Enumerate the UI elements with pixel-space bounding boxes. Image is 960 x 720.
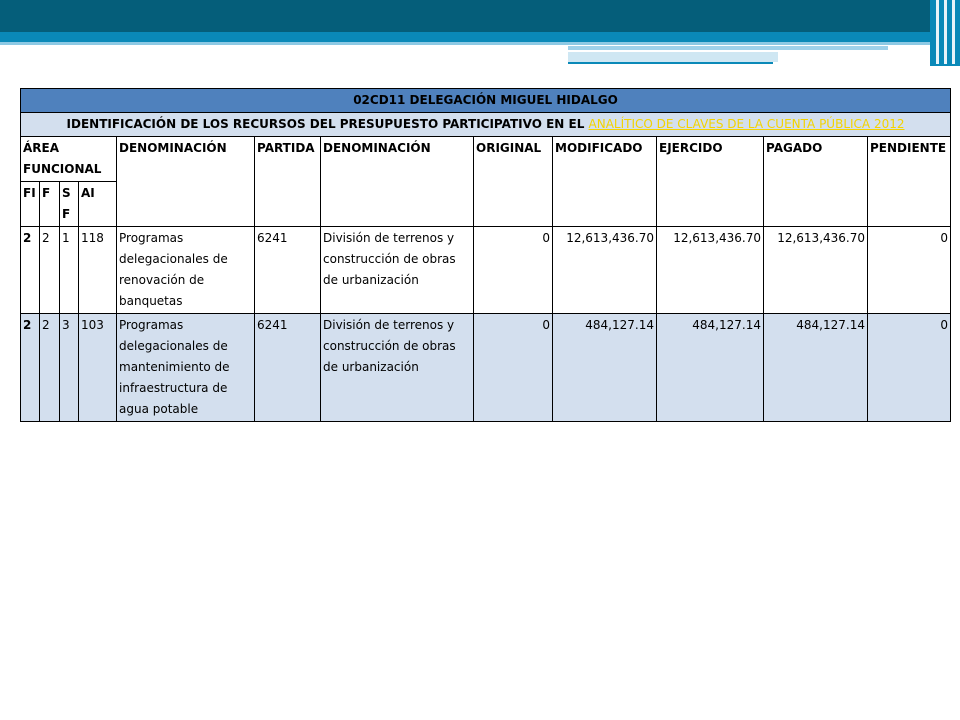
header-fi: FI <box>20 181 40 227</box>
table-subtitle: IDENTIFICACIÓN DE LOS RECURSOS DEL PRESU… <box>19 112 952 137</box>
header-partida: PARTIDA <box>254 136 321 227</box>
subtitle-link[interactable]: ANALÍTICO DE CLAVES DE LA CUENTA PÚBLICA… <box>589 117 905 131</box>
cell-ai: 103 <box>78 313 117 422</box>
cell-f: 2 <box>39 313 60 422</box>
header-ribbon-line <box>568 62 773 64</box>
corner-accent <box>930 0 960 66</box>
header-ribbon-light <box>568 52 778 62</box>
cell-sf: 3 <box>59 313 79 422</box>
table-row: 2 2 3 103 Programas delegacionales de ma… <box>20 313 952 422</box>
cell-fi: 2 <box>20 226 40 314</box>
header-modificado: MODIFICADO <box>552 136 657 227</box>
cell-partida: 6241 <box>254 226 321 314</box>
cell-pagado: 484,127.14 <box>763 313 868 422</box>
cell-pendiente: 0 <box>866 226 952 314</box>
header-denominacion-partida: DENOMINACIÓN <box>320 136 474 227</box>
budget-table: 02CD11 DELEGACIÓN MIGUEL HIDALGO IDENTIF… <box>19 88 952 422</box>
cell-partida: 6241 <box>254 313 321 422</box>
cell-fi: 2 <box>20 313 40 422</box>
header-stripe <box>0 32 930 42</box>
header-light-stripe <box>0 42 930 45</box>
table-title: 02CD11 DELEGACIÓN MIGUEL HIDALGO <box>19 88 952 113</box>
header-pagado: PAGADO <box>763 136 868 227</box>
cell-ejercido: 484,127.14 <box>656 313 764 422</box>
table-row: 2 2 1 118 Programas delegacionales de re… <box>20 226 952 314</box>
header-sf: S F <box>59 181 79 227</box>
cell-ejercido: 12,613,436.70 <box>656 226 764 314</box>
cell-modificado: 484,127.14 <box>552 313 657 422</box>
cell-original: 0 <box>473 226 553 314</box>
cell-modificado: 12,613,436.70 <box>552 226 657 314</box>
cell-ai: 118 <box>78 226 117 314</box>
cell-pagado: 12,613,436.70 <box>763 226 868 314</box>
cell-denominacion-partida: División de terrenos y construcción de o… <box>320 226 474 314</box>
cell-pendiente: 0 <box>866 313 952 422</box>
corner-strip <box>936 0 939 64</box>
cell-original: 0 <box>473 313 553 422</box>
cell-denominacion: Programas delegacionales de mantenimient… <box>116 313 255 422</box>
corner-strip <box>952 0 955 64</box>
header-denominacion: DENOMINACIÓN <box>116 136 255 227</box>
header-area-funcional: ÁREA FUNCIONAL <box>20 136 117 182</box>
subtitle-text: IDENTIFICACIÓN DE LOS RECURSOS DEL PRESU… <box>66 117 589 131</box>
cell-f: 2 <box>39 226 60 314</box>
cell-denominacion: Programas delegacionales de renovación d… <box>116 226 255 314</box>
cell-denominacion-partida: División de terrenos y construcción de o… <box>320 313 474 422</box>
header-banner <box>0 0 960 32</box>
header-original: ORIGINAL <box>473 136 553 227</box>
corner-strip <box>944 0 947 64</box>
header-ribbon <box>568 46 888 50</box>
cell-sf: 1 <box>59 226 79 314</box>
header-f: F <box>39 181 60 227</box>
header-ai: AI <box>78 181 117 227</box>
header-ejercido: EJERCIDO <box>656 136 764 227</box>
header-pendiente: PENDIENTE <box>866 136 952 227</box>
